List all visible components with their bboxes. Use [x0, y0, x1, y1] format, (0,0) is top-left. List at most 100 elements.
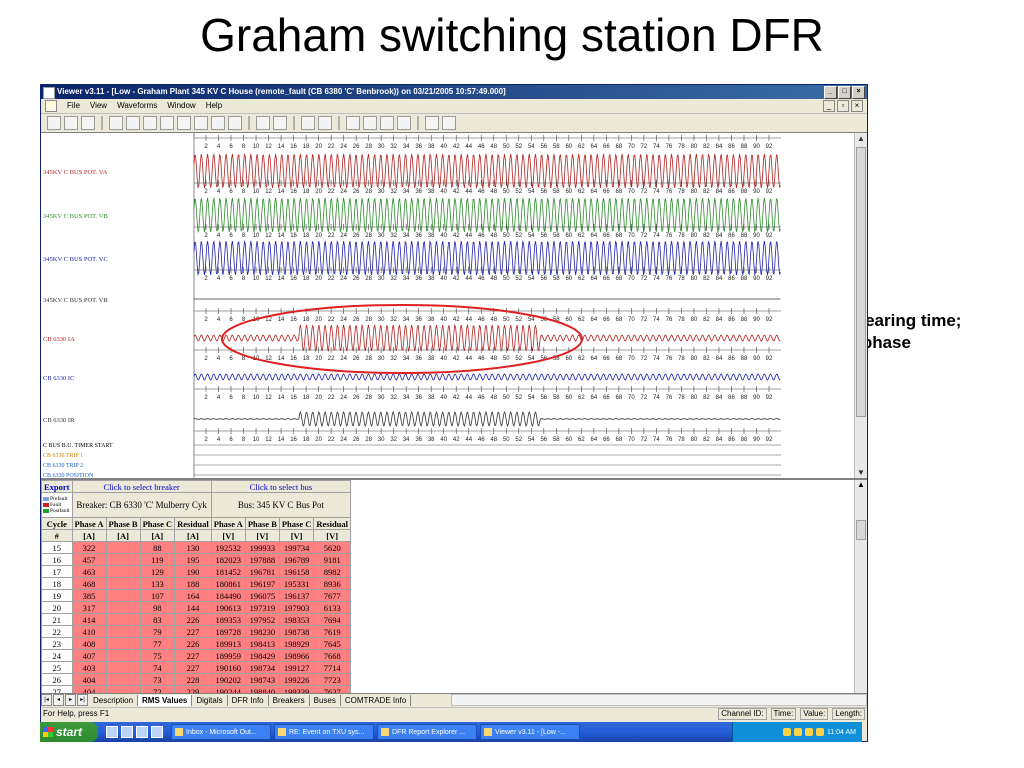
zoom-out-icon[interactable] — [318, 116, 332, 130]
first-tab-icon[interactable]: |◂ — [41, 694, 52, 706]
channel-label[interactable]: 345KV C BUS POT. VA — [43, 169, 108, 176]
table-scrollbar[interactable]: ▲ ▼ — [854, 480, 867, 702]
tick-label: 14 — [278, 317, 285, 323]
channel-label[interactable]: 345KV C BUS POT. VC — [43, 256, 108, 263]
pan-left-icon[interactable] — [425, 116, 439, 130]
channel-label[interactable]: CB 6330 IC — [43, 375, 74, 382]
taskbar-task[interactable]: Inbox - Microsoft Out... — [171, 724, 271, 740]
properties-icon[interactable] — [81, 116, 95, 130]
maximize-button[interactable]: □ — [838, 86, 851, 99]
explorer-icon[interactable] — [136, 726, 148, 738]
minimize-button[interactable]: _ — [824, 86, 837, 99]
mdi-minimize-button[interactable]: _ — [823, 100, 835, 112]
menu-waveforms[interactable]: Waveforms — [117, 99, 157, 113]
tab-digitals[interactable]: Digitals — [192, 694, 228, 706]
table-row[interactable]: 15 322 88 130 192532 199933 199734 5620 — [41, 541, 352, 554]
grid-icon[interactable] — [160, 116, 174, 130]
waveform-panel[interactable]: 2 4 6 8 10 12 14 16 18 20 22 24 26 28 30 32 34 36 38 40 42 44… — [41, 132, 867, 479]
select-bus-link[interactable]: Click to select bus — [210, 480, 352, 493]
table-row[interactable]: 19 385 107 164 184490 196075 196137 7677 — [41, 589, 352, 602]
export-button[interactable]: Export — [41, 480, 73, 493]
cursor-icon[interactable] — [109, 116, 123, 130]
table-row[interactable]: 24 407 75 227 189959 198429 198966 7668 — [41, 649, 352, 662]
zoom-h-icon[interactable] — [363, 116, 377, 130]
tab-comtrade-info[interactable]: COMTRADE Info — [341, 694, 412, 706]
table-row[interactable]: 26 404 73 228 190202 198743 199226 7723 — [41, 673, 352, 686]
grid-alt-icon[interactable] — [177, 116, 191, 130]
tray-icon[interactable] — [804, 728, 813, 736]
digital-channel-label[interactable]: CB 6330 TRIP 2 — [43, 463, 83, 469]
scroll-up-icon[interactable]: ▲ — [855, 133, 867, 145]
zoom-v-icon[interactable] — [380, 116, 394, 130]
channel-label[interactable]: CB 6330 IR — [43, 417, 75, 424]
table-row[interactable]: 18 468 133 188 180861 196197 195331 8936 — [41, 577, 352, 590]
horizontal-scrollbar[interactable] — [451, 694, 867, 706]
table-row[interactable]: 17 463 129 190 181452 196781 196158 8982 — [41, 565, 352, 578]
prev-tab-icon[interactable]: ◂ — [53, 694, 64, 706]
table-row[interactable]: 21 414 83 226 189353 197952 198353 7694 — [41, 613, 352, 626]
tab-rms-values[interactable]: RMS Values — [138, 694, 193, 706]
zoom-left-icon[interactable] — [256, 116, 270, 130]
tick-label: 14 — [278, 437, 285, 443]
digital-channel-label[interactable]: C BUS B.U. TIMER START — [43, 443, 113, 449]
wave-alt-icon[interactable] — [143, 116, 157, 130]
taskbar-task[interactable]: RE: Event on TXU sys... — [274, 724, 374, 740]
scroll-thumb[interactable] — [856, 147, 866, 417]
window-titlebar[interactable]: Viewer v3.11 - [Low - Graham Plant 345 K… — [41, 85, 867, 99]
tray-icon[interactable] — [793, 728, 802, 736]
menu-window[interactable]: Window — [167, 99, 195, 113]
waveform-scrollbar[interactable]: ▲ ▼ — [854, 133, 867, 479]
table-row[interactable]: 22 410 79 227 189728 198230 198738 7619 — [41, 625, 352, 638]
tray-icon[interactable] — [782, 728, 791, 736]
tray-icon[interactable] — [815, 728, 824, 736]
taskbar-task[interactable]: DFR Report Explorer ... — [377, 724, 477, 740]
document-icon[interactable] — [45, 100, 57, 112]
tick-label: 54 — [528, 356, 535, 362]
menu-file[interactable]: File — [67, 99, 80, 113]
print-preview-icon[interactable] — [47, 116, 61, 130]
word-icon[interactable] — [151, 726, 163, 738]
table-scroll-up-icon[interactable]: ▲ — [855, 480, 867, 489]
channel-label[interactable]: 345KV C BUS POT. VR — [43, 297, 108, 304]
table-cell — [105, 649, 141, 662]
menu-view[interactable]: View — [90, 99, 107, 113]
zoom-right-icon[interactable] — [273, 116, 287, 130]
table-icon[interactable] — [194, 116, 208, 130]
table-row[interactable]: 23 408 77 226 189913 198413 198929 7645 — [41, 637, 352, 650]
table-row[interactable]: 20 317 98 144 190613 197319 197903 6133 — [41, 601, 352, 614]
tick-label: 88 — [741, 356, 748, 362]
print-icon[interactable] — [64, 116, 78, 130]
table-row[interactable]: 16 457 119 195 182023 197888 196789 9181 — [41, 553, 352, 566]
mdi-restore-button[interactable]: ▫ — [837, 100, 849, 112]
next-tab-icon[interactable]: ▸ — [65, 694, 76, 706]
channel-label[interactable]: 345KV C BUS POT. VB — [43, 213, 108, 220]
mdi-close-button[interactable]: × — [851, 100, 863, 112]
taskbar-task[interactable]: Viewer v3.11 - [Low -... — [480, 724, 580, 740]
select-breaker-link[interactable]: Click to select breaker — [71, 480, 212, 493]
chart-icon[interactable] — [228, 116, 242, 130]
tab-description[interactable]: Description — [89, 694, 139, 706]
wave-icon[interactable] — [126, 116, 140, 130]
tick-label: 66 — [603, 356, 610, 362]
menu-help[interactable]: Help — [206, 99, 222, 113]
table-scroll-thumb[interactable] — [856, 520, 866, 540]
tab-dfr-info[interactable]: DFR Info — [228, 694, 269, 706]
pan-right-icon[interactable] — [442, 116, 456, 130]
start-button[interactable]: start — [40, 722, 98, 742]
table-row[interactable]: 25 403 74 227 190160 198734 199127 7714 — [41, 661, 352, 674]
last-tab-icon[interactable]: ▸| — [77, 694, 88, 706]
channel-label[interactable]: CB 6330 IA — [43, 336, 75, 343]
zoom-in-icon[interactable] — [301, 116, 315, 130]
close-button[interactable]: × — [852, 86, 865, 99]
desktop-icon[interactable] — [121, 726, 133, 738]
waveform-canvas[interactable]: 2 4 6 8 10 12 14 16 18 20 22 24 26 28 30 32 34 36 38 40 42 44… — [41, 133, 855, 479]
tab-breakers[interactable]: Breakers — [269, 694, 310, 706]
ie-icon[interactable] — [106, 726, 118, 738]
export-icon[interactable] — [211, 116, 225, 130]
tick-label: 26 — [353, 144, 360, 150]
digital-channel-label[interactable]: CB 6330 TRIP 1 — [43, 453, 83, 459]
zoom-all-icon[interactable] — [397, 116, 411, 130]
tab-buses[interactable]: Buses — [310, 694, 341, 706]
tick-label: 78 — [678, 317, 685, 323]
zoom-fit-icon[interactable] — [346, 116, 360, 130]
